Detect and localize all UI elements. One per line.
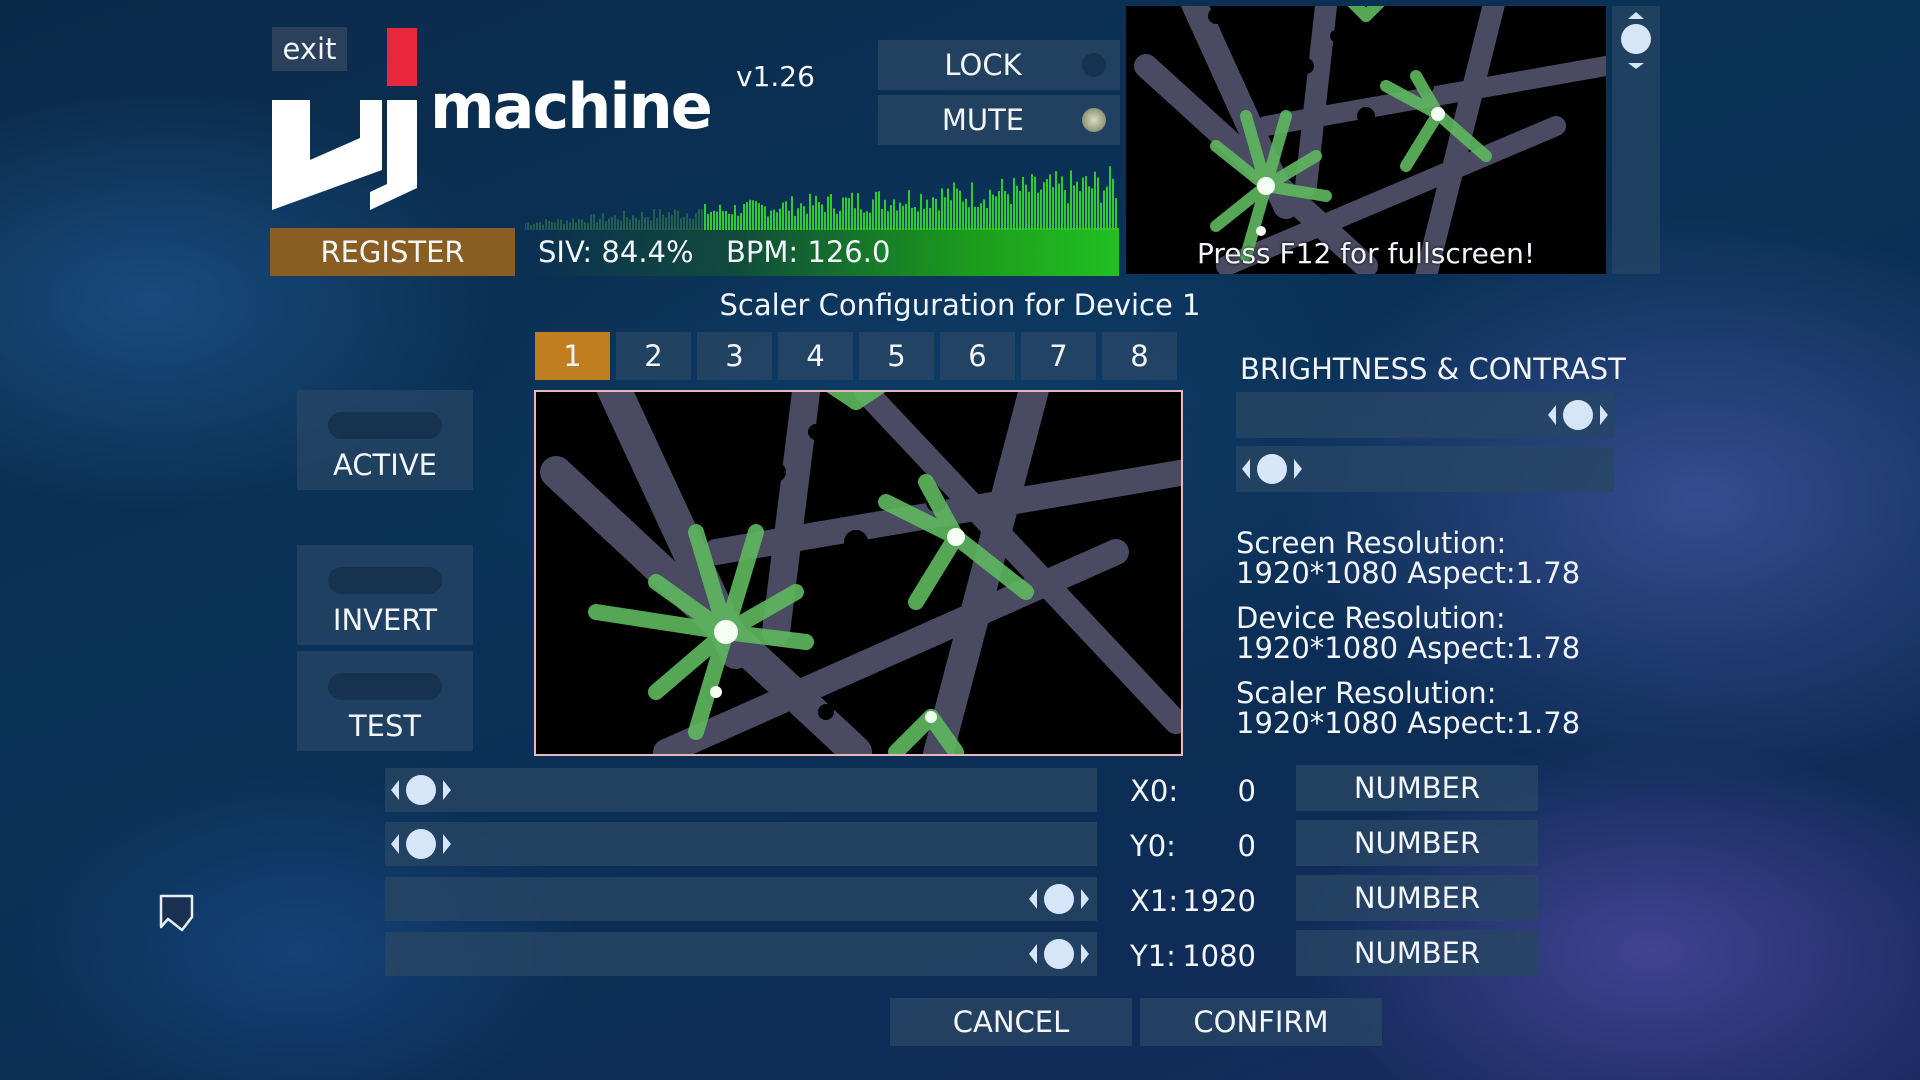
scaler-preview-graphic <box>540 392 1181 754</box>
lock-led-icon <box>1082 53 1106 77</box>
contrast-slider-knob-icon[interactable] <box>1242 452 1302 486</box>
scaler-resolution-value: 1920*1080 Aspect:1.78 <box>1236 706 1581 740</box>
tab-1[interactable]: 1 <box>535 332 610 380</box>
x1-value: 1920 <box>1182 884 1256 918</box>
x1-slider[interactable] <box>385 877 1097 921</box>
page-title: Scaler Configuration for Device 1 <box>719 288 1201 322</box>
x1-number-button[interactable]: NUMBER <box>1296 875 1538 921</box>
device-resolution-value: 1920*1080 Aspect:1.78 <box>1236 631 1581 665</box>
lock-button[interactable]: LOCK <box>878 40 1120 90</box>
scroll-knob-icon[interactable] <box>1612 6 1660 76</box>
y0-slider-knob-icon[interactable] <box>391 827 451 861</box>
scaler-resolution-label: Scaler Resolution: <box>1236 676 1497 710</box>
active-toggle[interactable]: ACTIVE <box>297 390 473 490</box>
scaler-resolution: Scaler Resolution: 1920*1080 Aspect:1.78 <box>1236 678 1580 738</box>
y1-number-button[interactable]: NUMBER <box>1296 930 1538 976</box>
test-toggle[interactable]: TEST <box>297 651 473 751</box>
y1-value: 1080 <box>1182 939 1256 973</box>
output-preview: Press F12 for fullscreen! <box>1126 6 1606 274</box>
invert-switch <box>328 567 442 594</box>
invert-toggle[interactable]: INVERT <box>297 545 473 645</box>
register-button[interactable]: REGISTER <box>270 228 515 276</box>
brightness-contrast-title: BRIGHTNESS & CONTRAST <box>1240 352 1626 386</box>
y0-value: 0 <box>1237 829 1256 863</box>
active-label: ACTIVE <box>332 448 437 482</box>
tag-icon[interactable] <box>158 893 198 933</box>
screen-resolution-value: 1920*1080 Aspect:1.78 <box>1236 556 1581 590</box>
x0-slider[interactable] <box>385 768 1097 812</box>
preview-graphic <box>1134 6 1606 274</box>
audio-waveform <box>525 166 1117 230</box>
confirm-button[interactable]: CONFIRM <box>1140 998 1382 1046</box>
x1-slider-knob-icon[interactable] <box>1029 882 1089 916</box>
tab-7[interactable]: 7 <box>1021 332 1096 380</box>
scaler-preview <box>534 390 1183 756</box>
mute-led-icon <box>1082 108 1106 132</box>
bpm-readout: BPM: 126.0 <box>726 235 891 269</box>
y0-slider[interactable] <box>385 822 1097 866</box>
tab-6[interactable]: 6 <box>940 332 1015 380</box>
siv-readout: SIV: 84.4% <box>538 235 694 269</box>
screen-resolution: Screen Resolution: 1920*1080 Aspect:1.78 <box>1236 528 1580 588</box>
screen-resolution-label: Screen Resolution: <box>1236 526 1507 560</box>
brightness-slider-knob-icon[interactable] <box>1548 398 1608 432</box>
svg-text:machine: machine <box>430 70 711 143</box>
tab-3[interactable]: 3 <box>697 332 772 380</box>
tab-5[interactable]: 5 <box>859 332 934 380</box>
tab-2[interactable]: 2 <box>616 332 691 380</box>
x0-slider-knob-icon[interactable] <box>391 773 451 807</box>
cancel-button[interactable]: CANCEL <box>890 998 1132 1046</box>
y1-slider-knob-icon[interactable] <box>1029 937 1089 971</box>
x0-value: 0 <box>1237 774 1256 808</box>
device-resolution-label: Device Resolution: <box>1236 601 1506 635</box>
invert-label: INVERT <box>332 603 438 637</box>
brightness-slider[interactable] <box>1236 392 1614 438</box>
test-switch <box>328 673 442 700</box>
preview-scrollbar[interactable] <box>1612 6 1660 274</box>
y0-number-button[interactable]: NUMBER <box>1296 820 1538 866</box>
y1-slider[interactable] <box>385 932 1097 976</box>
device-resolution: Device Resolution: 1920*1080 Aspect:1.78 <box>1236 603 1580 663</box>
lock-label: LOCK <box>944 48 1022 82</box>
tab-8[interactable]: 8 <box>1102 332 1177 380</box>
active-switch <box>328 412 442 439</box>
tab-4[interactable]: 4 <box>778 332 853 380</box>
mute-button[interactable]: MUTE <box>878 95 1120 145</box>
test-label: TEST <box>348 709 422 743</box>
fullscreen-hint: Press F12 for fullscreen! <box>1196 237 1536 270</box>
contrast-slider[interactable] <box>1236 446 1614 492</box>
mute-label: MUTE <box>941 103 1025 137</box>
version-label: v1.26 <box>736 60 815 93</box>
x0-number-button[interactable]: NUMBER <box>1296 765 1538 811</box>
